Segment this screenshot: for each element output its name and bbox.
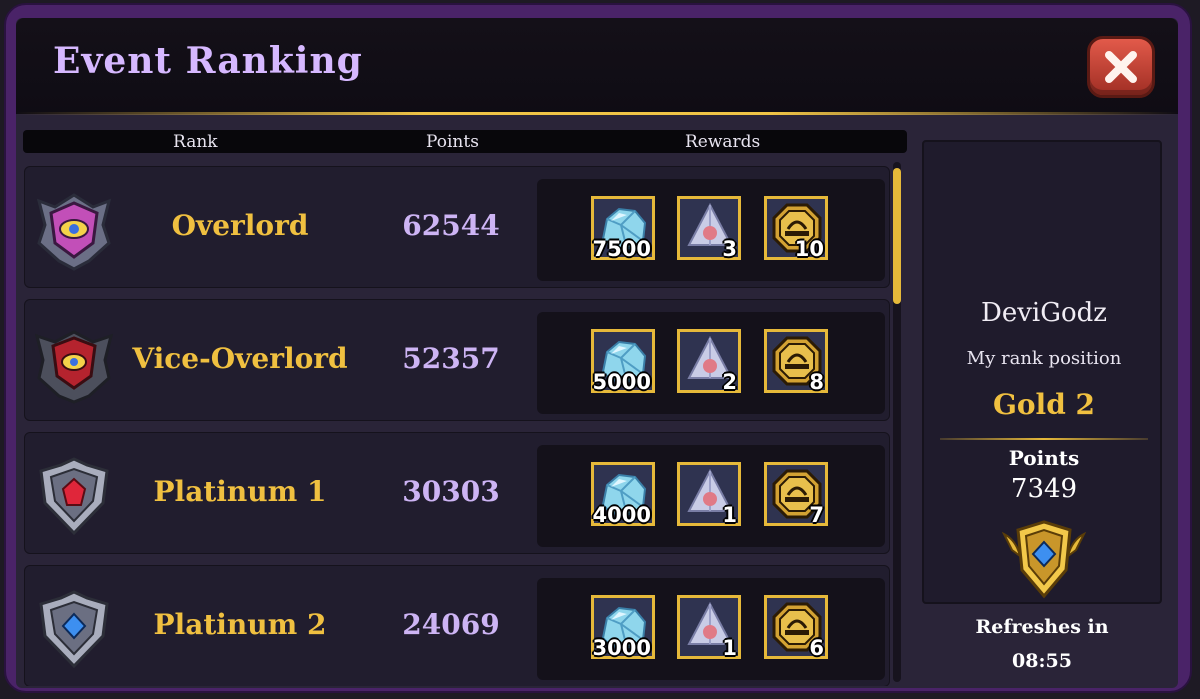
- platinum-sapphire-badge-icon: [39, 590, 109, 669]
- reward-quantity: 5000: [592, 370, 651, 394]
- rank-points: 24069: [402, 608, 500, 641]
- my-points-value: 7349: [1010, 474, 1078, 504]
- rank-name: Platinum 2: [153, 608, 327, 641]
- reward-quantity: 1: [722, 503, 737, 527]
- reward-item[interactable]: 7500: [591, 196, 655, 261]
- rewards-panel: 3000 1 6: [537, 578, 885, 680]
- rewards-panel: 5000 2 8: [537, 312, 885, 414]
- ranking-row: Overlord 62544 7500 3 10: [24, 166, 890, 288]
- close-button[interactable]: [1087, 36, 1155, 98]
- rewards-panel: 7500 3 10: [537, 179, 885, 281]
- rewards-panel: 4000 1 7: [537, 445, 885, 547]
- points-column-header: Points: [426, 132, 479, 152]
- reward-quantity: 1: [722, 636, 737, 660]
- reward-quantity: 2: [722, 370, 737, 394]
- reward-quantity: 8: [809, 370, 824, 394]
- rewards-column-header: Rewards: [685, 132, 761, 152]
- reward-quantity: 10: [794, 237, 824, 261]
- vice-overlord-badge-icon: [34, 330, 114, 404]
- my-rank-label: My rank position: [966, 348, 1122, 369]
- my-points-label: Points: [1008, 446, 1080, 470]
- player-name: DeviGodz: [980, 298, 1107, 328]
- rank-name: Overlord: [171, 209, 309, 242]
- column-header: Rank Points Rewards: [23, 130, 907, 153]
- overlord-badge-icon: [36, 193, 112, 271]
- window-title: Event Ranking: [53, 40, 363, 82]
- platinum-ruby-badge-icon: [39, 457, 109, 536]
- rank-name: Vice-Overlord: [132, 342, 348, 375]
- scrollbar[interactable]: [893, 162, 901, 682]
- rank-points: 30303: [402, 475, 500, 508]
- reward-item[interactable]: 7: [764, 462, 828, 527]
- reward-quantity: 3: [722, 237, 737, 261]
- my-rank-panel: DeviGodz My rank position Gold 2 Points …: [922, 140, 1162, 604]
- close-icon: [1105, 51, 1137, 83]
- ranking-row: Platinum 1 30303 4000 1 7: [24, 432, 890, 554]
- reward-quantity: 3000: [592, 636, 651, 660]
- reward-item[interactable]: 5000: [591, 329, 655, 394]
- reward-item[interactable]: 10: [764, 196, 828, 261]
- ranking-row: Vice-Overlord 52357 5000 2 8: [24, 299, 890, 421]
- panel-divider: [940, 438, 1148, 440]
- refresh-timer: 08:55: [1012, 650, 1072, 672]
- gold-badge-icon: [1002, 520, 1086, 599]
- reward-item[interactable]: 1: [677, 595, 741, 660]
- rank-points: 52357: [402, 342, 500, 375]
- rank-name: Platinum 1: [153, 475, 327, 508]
- reward-item[interactable]: 6: [764, 595, 828, 660]
- rank-column-header: Rank: [173, 132, 218, 152]
- my-rank-value: Gold 2: [992, 388, 1096, 421]
- reward-quantity: 6: [809, 636, 824, 660]
- refresh-label: Refreshes in: [975, 616, 1109, 638]
- reward-quantity: 7500: [592, 237, 651, 261]
- ranking-list[interactable]: Overlord 62544 7500 3 10 Vice-Overlord 5…: [24, 166, 890, 686]
- rank-points: 62544: [402, 209, 500, 242]
- reward-quantity: 7: [809, 503, 824, 527]
- reward-item[interactable]: 8: [764, 329, 828, 394]
- reward-item[interactable]: 3: [677, 196, 741, 261]
- reward-item[interactable]: 2: [677, 329, 741, 394]
- reward-item[interactable]: 1: [677, 462, 741, 527]
- header-divider: [16, 112, 1178, 115]
- reward-item[interactable]: 4000: [591, 462, 655, 527]
- reward-quantity: 4000: [592, 503, 651, 527]
- scroll-thumb[interactable]: [893, 168, 901, 304]
- ranking-row: Platinum 2 24069 3000 1 6: [24, 565, 890, 686]
- reward-item[interactable]: 3000: [591, 595, 655, 660]
